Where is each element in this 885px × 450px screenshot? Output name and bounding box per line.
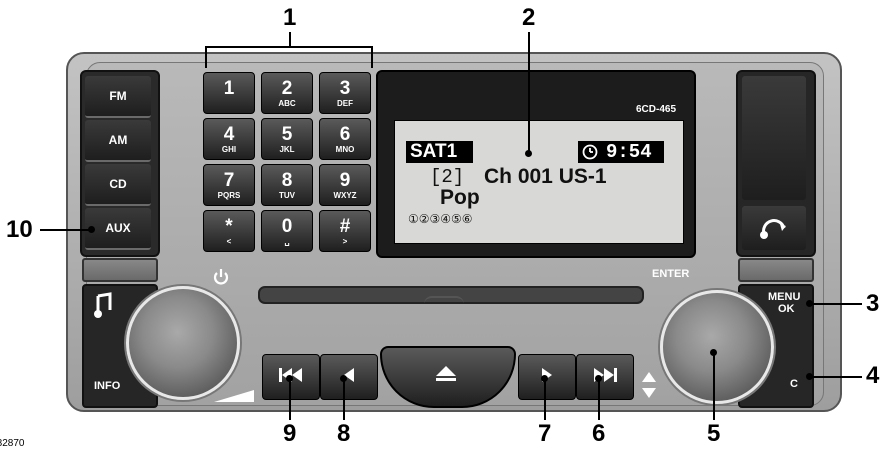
leader-6 bbox=[598, 378, 600, 420]
key-9[interactable]: 9 WXYZ bbox=[319, 164, 371, 206]
callout-dot-6 bbox=[595, 375, 602, 382]
key-4[interactable]: 4 GHI bbox=[203, 118, 255, 160]
callout-5: 5 bbox=[707, 420, 721, 447]
music-note-icon bbox=[92, 292, 116, 325]
callout-10: 10 bbox=[6, 216, 33, 243]
clock-time: 9:54 bbox=[606, 141, 652, 163]
callout-9: 9 bbox=[283, 420, 297, 447]
ok-label: OK bbox=[778, 303, 795, 315]
callout-dot-7 bbox=[541, 375, 548, 382]
leader-5 bbox=[713, 354, 715, 420]
callout-7: 7 bbox=[538, 420, 552, 447]
callout-8: 8 bbox=[337, 420, 351, 447]
key-7[interactable]: 7 PQRS bbox=[203, 164, 255, 206]
key-8[interactable]: 8 TUV bbox=[261, 164, 313, 206]
key-3[interactable]: 3 DEF bbox=[319, 72, 371, 114]
key-6[interactable]: 6 MNO bbox=[319, 118, 371, 160]
slot-notch bbox=[424, 296, 464, 304]
key-star[interactable]: * < bbox=[203, 210, 255, 252]
genre-name: Pop bbox=[440, 186, 480, 209]
key-1[interactable]: 1 bbox=[203, 72, 255, 114]
figure-id: E82870 bbox=[0, 438, 25, 449]
bracket-1-left bbox=[205, 46, 207, 68]
callout-dot-9 bbox=[286, 375, 293, 382]
callout-3: 3 bbox=[866, 290, 880, 317]
right-strip-button[interactable] bbox=[738, 258, 814, 282]
callout-dot-2 bbox=[525, 150, 532, 157]
callout-dot-3 bbox=[806, 300, 813, 307]
bracket-1-right bbox=[371, 46, 373, 68]
key-0[interactable]: 0 ␣ bbox=[261, 210, 313, 252]
callout-4: 4 bbox=[866, 362, 880, 389]
cd-button[interactable]: CD bbox=[85, 164, 151, 206]
key-hash[interactable]: # > bbox=[319, 210, 371, 252]
callout-2: 2 bbox=[522, 4, 536, 31]
channel-name: Ch 001 US-1 bbox=[484, 165, 607, 188]
source-indicator: SAT1 bbox=[406, 141, 474, 163]
key-2[interactable]: 2 ABC bbox=[261, 72, 313, 114]
model-label: 6CD-465 bbox=[636, 104, 677, 115]
am-button[interactable]: AM bbox=[85, 120, 151, 162]
callout-dot-10 bbox=[88, 226, 95, 233]
menu-label: MENU bbox=[768, 291, 801, 303]
enter-label: ENTER bbox=[652, 268, 690, 280]
seek-back-button[interactable] bbox=[320, 354, 378, 400]
leader-9 bbox=[289, 378, 291, 420]
leader-10 bbox=[40, 229, 92, 231]
clock-icon bbox=[582, 144, 598, 165]
leader-2 bbox=[528, 32, 530, 152]
volume-ramp-icon bbox=[214, 388, 256, 409]
leader-4 bbox=[810, 376, 862, 378]
eject-icon bbox=[436, 366, 456, 387]
callout-6: 6 bbox=[592, 420, 606, 447]
info-label: INFO bbox=[94, 380, 121, 392]
volume-knob[interactable] bbox=[126, 286, 240, 400]
phone-icon bbox=[758, 216, 790, 247]
preset-row: ①②③④⑤⑥ bbox=[408, 212, 473, 226]
leader-1 bbox=[289, 32, 291, 46]
leader-8 bbox=[343, 378, 345, 420]
bracket-1 bbox=[205, 46, 373, 48]
c-label: C bbox=[790, 378, 798, 390]
leader-3 bbox=[810, 303, 862, 305]
right-upper-button[interactable] bbox=[742, 76, 806, 200]
left-strip-button[interactable] bbox=[82, 258, 158, 282]
up-down-arrows-icon bbox=[642, 372, 656, 403]
callout-dot-8 bbox=[340, 375, 347, 382]
tuning-knob[interactable] bbox=[660, 290, 774, 404]
callout-dot-4 bbox=[806, 373, 813, 380]
skip-forward-button[interactable] bbox=[576, 354, 634, 400]
callout-1: 1 bbox=[283, 4, 297, 31]
power-icon bbox=[213, 268, 229, 291]
fm-button[interactable]: FM bbox=[85, 76, 151, 118]
preset-number: [2] bbox=[430, 166, 465, 188]
leader-7 bbox=[544, 378, 546, 420]
key-5[interactable]: 5 JKL bbox=[261, 118, 313, 160]
